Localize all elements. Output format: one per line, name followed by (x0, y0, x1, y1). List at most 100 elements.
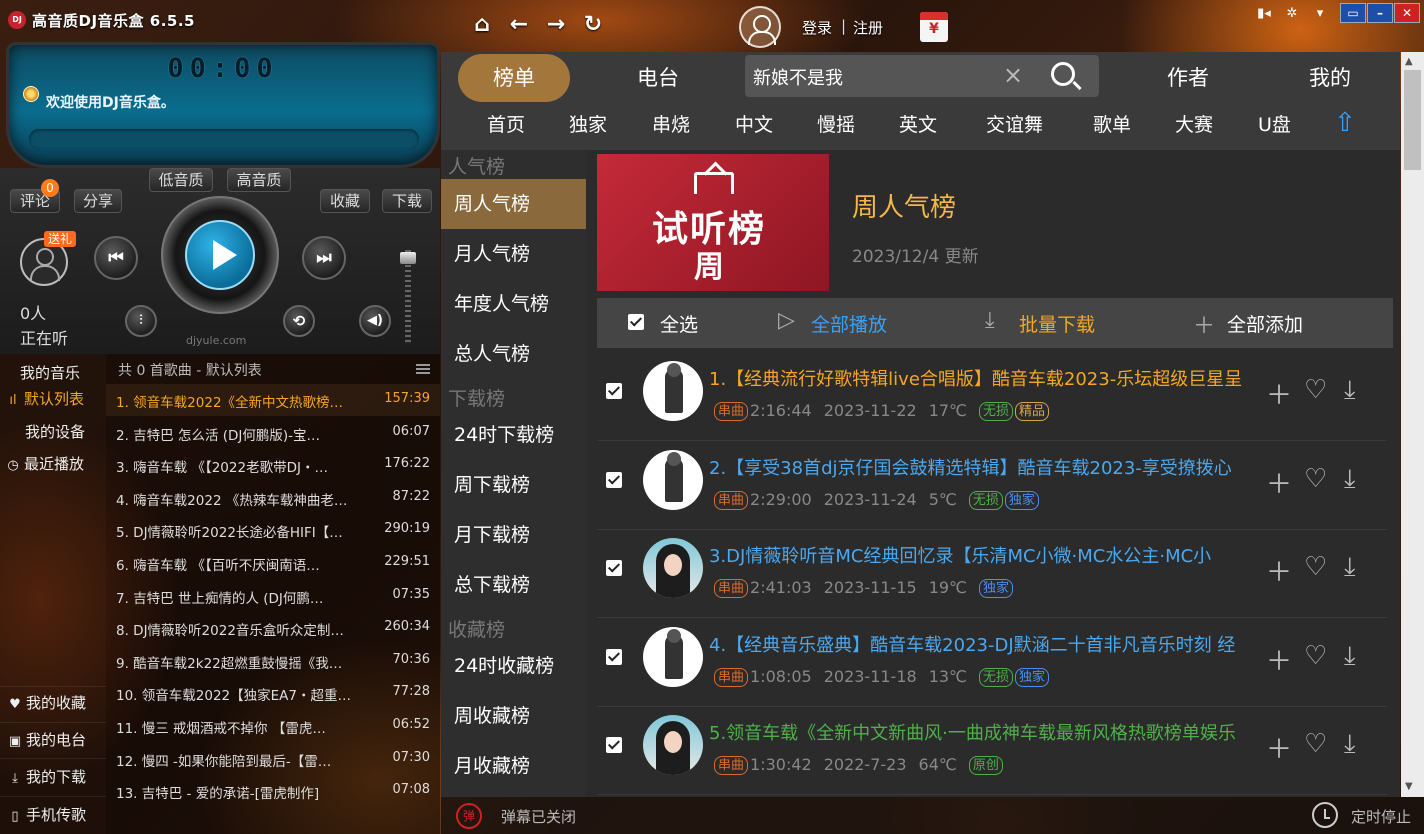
menu-icon[interactable] (416, 364, 430, 374)
playlist-row[interactable]: 4. 嗨音车载2022 《热辣车载神曲老… 87:22 (106, 482, 440, 514)
tab-mine[interactable]: 我的 (1282, 54, 1378, 102)
volume-knob[interactable] (400, 252, 416, 264)
playlist-row[interactable]: 11. 慢三 戒烟酒戒不掉你 【雷虎… 06:52 (106, 710, 440, 742)
play-icon[interactable] (185, 220, 255, 290)
subnav-item[interactable]: 中文 (735, 110, 773, 137)
register-link[interactable]: 注册 (853, 17, 883, 38)
add-song-icon[interactable]: ＋ (1266, 552, 1292, 589)
subnav-item[interactable]: 交谊舞 (986, 110, 1043, 137)
nav-my-music[interactable]: 我的音乐 (0, 362, 106, 383)
tab-radio[interactable]: 电台 (610, 54, 706, 102)
volume-icon[interactable]: ◀) (359, 305, 391, 337)
playlist-row[interactable]: 7. 吉特巴 世上痴情的人 (DJ何鹏… 07:35 (106, 580, 440, 612)
song-checkbox[interactable] (606, 737, 622, 753)
previous-track-icon[interactable]: ⏮ (94, 236, 138, 280)
add-song-icon[interactable]: ＋ (1266, 729, 1292, 766)
cat-dl-24h[interactable]: 24时下载榜 (441, 410, 586, 460)
collapse-up-icon[interactable]: ⇧ (1334, 108, 1356, 138)
song-checkbox[interactable] (606, 560, 622, 576)
danmu-off-icon[interactable]: 弹 (456, 803, 482, 829)
cat-month-popular[interactable]: 月人气榜 (441, 229, 586, 279)
cat-year-popular[interactable]: 年度人气榜 (441, 279, 586, 329)
playlist-row[interactable]: 8. DJ情薇聆听2022音乐盒听众定制… 260:34 (106, 612, 440, 644)
mini-mode-icon[interactable]: ▮◂ (1254, 4, 1274, 24)
song-title[interactable]: 3.DJ情薇聆听音MC经典回忆录【乐清MC小微·MC水公主·MC小 (709, 542, 1257, 568)
clear-icon[interactable]: × (1003, 61, 1023, 89)
song-checkbox[interactable] (606, 471, 622, 488)
progress-bar[interactable] (29, 129, 419, 149)
forward-arrow-icon[interactable]: → (543, 12, 569, 38)
add-song-icon[interactable]: ＋ (1266, 641, 1292, 678)
volume-slider[interactable] (405, 250, 411, 344)
login-link[interactable]: 登录 (802, 17, 832, 38)
cat-fav-month[interactable]: 月收藏榜 (441, 741, 586, 791)
subnav-item[interactable]: 首页 (487, 110, 525, 137)
song-checkbox[interactable] (606, 383, 622, 399)
search-input[interactable]: 新娘不是我 (753, 64, 993, 90)
song-title[interactable]: 1.【经典流行好歌特辑live合唱版】酷音车载2023-乐坛超级巨星呈 (709, 365, 1257, 391)
playlist-row[interactable]: 5. DJ情薇聆听2022长途必备HIFI【… 290:19 (106, 514, 440, 546)
minimize-window-icon[interactable]: – (1367, 3, 1393, 23)
cat-dl-week[interactable]: 周下载榜 (441, 460, 586, 510)
tab-author[interactable]: 作者 (1140, 54, 1236, 102)
subnav-item[interactable]: 串烧 (652, 110, 690, 137)
song-thumbnail[interactable] (643, 626, 703, 687)
playlist-row[interactable]: 9. 酷音车载2k22超燃重鼓慢摇《我… 70:36 (106, 645, 440, 677)
close-window-icon[interactable]: ✕ (1394, 3, 1420, 23)
song-thumbnail[interactable] (643, 538, 703, 598)
song-title[interactable]: 2.【享受38首dj京仔国会鼓精选特辑】酷音车载2023-享受撩拨心 (709, 454, 1257, 480)
add-all-button[interactable]: 全部添加 (1227, 310, 1303, 337)
song-title[interactable]: 4.【经典音乐盛典】酷音车载2023-DJ默涵二十首非凡音乐时刻 经 (709, 631, 1257, 657)
download-button[interactable]: 下载 (382, 189, 432, 213)
song-title[interactable]: 5.领音车载《全新中文新曲风·一曲成神车载最新风格热歌榜单娱乐 (709, 719, 1257, 745)
playlist-row[interactable]: 13. 吉特巴 - 爱的承诺-[雷虎制作] 07:08 (106, 775, 440, 807)
playlist-row[interactable]: 2. 吉特巴 怎么活 (DJ何鹏版)-宝… 06:07 (106, 417, 440, 449)
like-song-icon[interactable]: ♡ (1304, 375, 1327, 405)
nav-my-device[interactable]: 我的设备 (0, 421, 106, 442)
nav-default-list[interactable]: ıl 默认列表 (0, 388, 106, 409)
song-thumbnail[interactable] (643, 715, 703, 775)
playlist-row[interactable]: 3. 嗨音车载 《【2022老歌带DJ・… 176:22 (106, 449, 440, 481)
cat-fav-24h[interactable]: 24时收藏榜 (441, 641, 586, 691)
home-icon[interactable]: ⌂ (469, 12, 495, 38)
low-quality-button[interactable]: 低音质 (149, 168, 213, 192)
playlist-row[interactable]: 1. 领音车载2022《全新中文热歌榜… 157:39 (106, 384, 440, 416)
cat-fav-week[interactable]: 周收藏榜 (441, 691, 586, 741)
like-song-icon[interactable]: ♡ (1304, 552, 1327, 582)
nav-my-favorites[interactable]: ♥ 我的收藏 (0, 692, 106, 713)
timer-icon[interactable] (1312, 802, 1338, 828)
share-button[interactable]: 分享 (74, 189, 122, 213)
back-arrow-icon[interactable]: ← (506, 12, 532, 38)
subnav-item[interactable]: 慢摇 (817, 110, 855, 137)
red-envelope-icon[interactable]: ¥ (920, 12, 948, 42)
restore-window-icon[interactable]: ▭ (1340, 3, 1366, 23)
playlist-row[interactable]: 10. 领音车载2022【独家EA7・超重… 77:28 (106, 677, 440, 709)
refresh-icon[interactable]: ↻ (580, 12, 606, 38)
playlist-row[interactable]: 12. 慢四 -如果你能陪到最后-【雷… 07:30 (106, 743, 440, 775)
song-thumbnail[interactable] (643, 361, 703, 421)
subnav-item[interactable]: 歌单 (1093, 110, 1131, 137)
subnav-item[interactable]: 大赛 (1175, 110, 1213, 137)
cat-total-popular[interactable]: 总人气榜 (441, 329, 586, 379)
user-avatar-icon[interactable] (739, 6, 781, 48)
nav-phone-transfer[interactable]: ▯ 手机传歌 (0, 804, 106, 825)
download-song-icon[interactable]: ⤓ (1344, 729, 1356, 760)
scroll-up-icon[interactable]: ▲ (1405, 56, 1413, 67)
add-song-icon[interactable]: ＋ (1266, 464, 1292, 501)
nav-my-downloads[interactable]: ⤓ 我的下载 (0, 766, 106, 787)
subnav-item[interactable]: 英文 (899, 110, 937, 137)
timer-stop-label[interactable]: 定时停止 (1351, 806, 1411, 827)
nav-recent[interactable]: ◷ 最近播放 (0, 453, 106, 474)
batch-download-button[interactable]: 批量下载 (1019, 310, 1095, 337)
select-all-label[interactable]: 全选 (660, 310, 698, 337)
download-song-icon[interactable]: ⤓ (1344, 552, 1356, 583)
search-icon[interactable] (1051, 62, 1075, 86)
settings-icon[interactable]: ▾ (1310, 4, 1330, 24)
gift-badge[interactable]: 送礼 (44, 231, 77, 247)
select-all-checkbox[interactable] (628, 314, 644, 330)
scroll-thumb[interactable] (1404, 70, 1421, 170)
danmu-status[interactable]: 弹幕已关闭 (501, 806, 576, 827)
skin-icon[interactable]: ✲ (1282, 4, 1302, 24)
download-song-icon[interactable]: ⤓ (1344, 641, 1356, 672)
subnav-item[interactable]: U盘 (1258, 110, 1291, 137)
